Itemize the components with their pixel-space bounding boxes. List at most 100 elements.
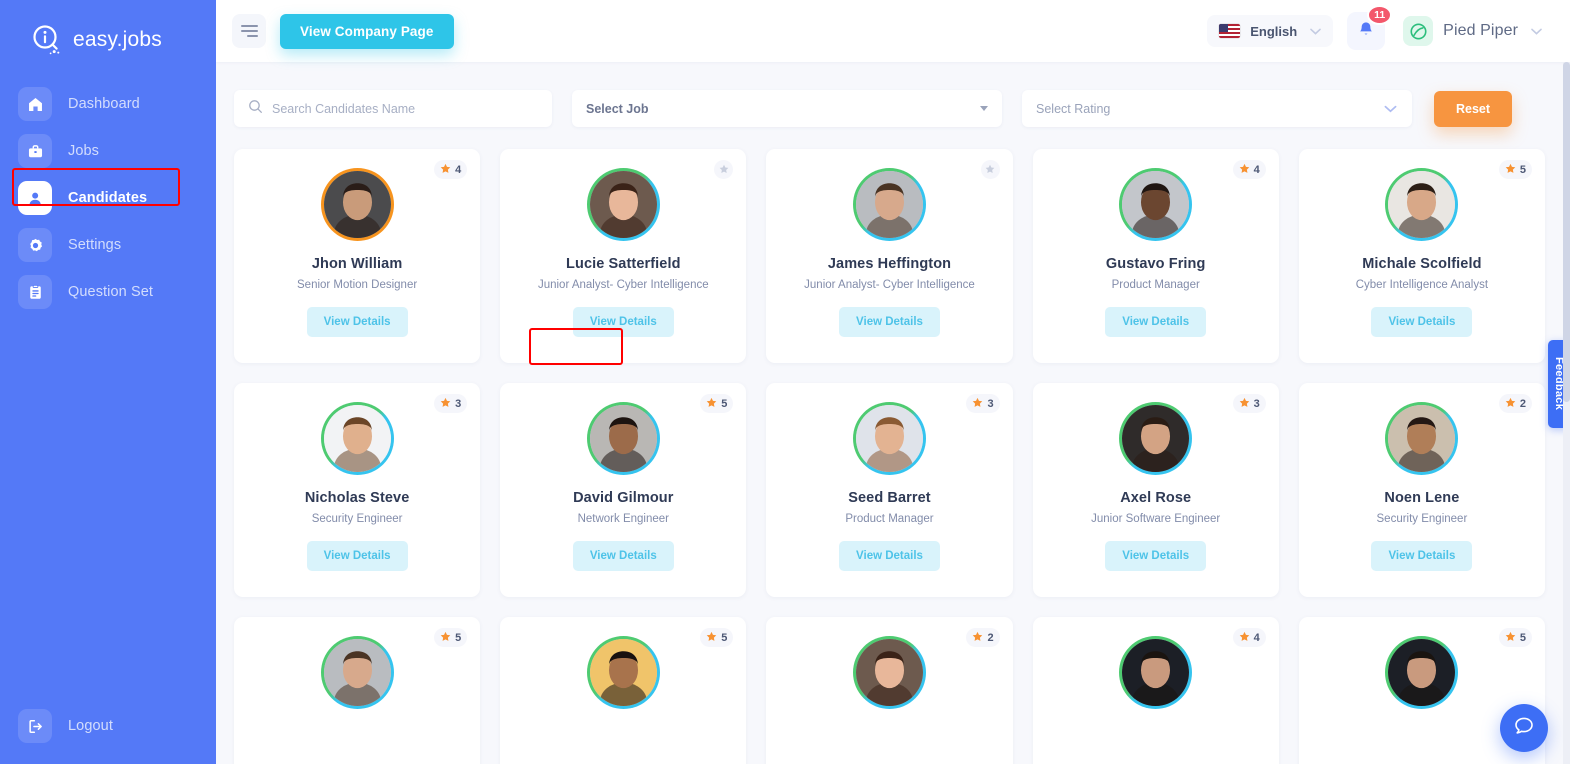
view-details-button[interactable]: View Details xyxy=(572,541,674,571)
candidate-card[interactable]: 3 Axel Rose Junior Software Engineer View D… xyxy=(1032,383,1279,597)
chevron-down-icon xyxy=(1307,23,1323,39)
rating-badge[interactable]: 3 xyxy=(966,394,1000,413)
rating-badge[interactable]: 4 xyxy=(1232,160,1266,179)
rating-value: 2 xyxy=(987,631,994,644)
candidate-role: Security Engineer xyxy=(311,513,403,525)
candidate-grid: 4 Jhon William Senior Motion Designer View … xyxy=(216,127,1570,764)
brand-name: easy.jobs xyxy=(73,27,162,51)
star-icon xyxy=(972,629,983,647)
rating-value: 4 xyxy=(455,163,462,176)
sidebar-item-candidates[interactable]: Candidates xyxy=(18,178,198,218)
vertical-scrollbar[interactable] xyxy=(1563,62,1570,764)
view-details-button[interactable]: View Details xyxy=(1105,541,1207,571)
rating-badge[interactable]: 5 xyxy=(700,394,734,413)
avatar-ring xyxy=(852,168,926,241)
job-select[interactable]: Select Job xyxy=(572,90,1002,127)
rating-value: 5 xyxy=(1519,631,1526,644)
reset-button[interactable]: Reset xyxy=(1434,90,1513,127)
view-company-page-button[interactable]: View Company Page xyxy=(280,13,454,49)
chevron-down-icon xyxy=(1528,23,1544,39)
search-input[interactable] xyxy=(272,101,538,116)
avatar-ring xyxy=(1385,636,1459,709)
avatar-ring xyxy=(1119,402,1193,475)
sidebar-item-settings[interactable]: Settings xyxy=(18,225,198,265)
main-content: View Company Page English 11 Pied Piper … xyxy=(216,0,1570,764)
candidate-name: Lucie Satterfield xyxy=(566,256,681,272)
candidate-card[interactable]: 2 Noen Lene Security Engineer View Details xyxy=(1298,383,1545,597)
rating-badge[interactable]: 2 xyxy=(1498,394,1532,413)
rating-badge[interactable]: 5 xyxy=(1498,628,1532,647)
candidate-role: Product Manager xyxy=(1111,279,1200,291)
candidate-role: Junior Analyst- Cyber Intelligence xyxy=(804,279,975,291)
candidate-card[interactable]: 3 Nicholas Steve Security Engineer View Det… xyxy=(234,383,481,597)
candidate-card[interactable]: 4 Jhon William Senior Motion Designer View … xyxy=(234,149,481,363)
rating-value: 3 xyxy=(987,397,994,410)
rating-badge[interactable] xyxy=(980,160,1000,179)
sidebar-item-dashboard[interactable]: Dashboard xyxy=(18,84,198,124)
chat-button[interactable] xyxy=(1500,704,1548,752)
view-details-button[interactable]: View Details xyxy=(572,307,674,337)
hamburger-icon[interactable] xyxy=(232,14,266,48)
candidate-role: Junior Software Engineer xyxy=(1091,513,1221,525)
candidate-card[interactable]: 5 Michale Scolfield Cyber Intelligence Ana… xyxy=(1298,149,1545,363)
candidate-card[interactable]: 3 Seed Barret Product Manager View Details xyxy=(766,383,1013,597)
candidate-card[interactable]: 5 David Gilmour Network Engineer View Detai… xyxy=(500,383,747,597)
filter-bar: Select Job Select Rating Reset xyxy=(216,62,1570,127)
avatar xyxy=(323,639,391,706)
view-details-button[interactable]: View Details xyxy=(1105,307,1207,337)
sidebar-item-logout[interactable]: Logout xyxy=(18,706,198,746)
sidebar-item-jobs[interactable]: Jobs xyxy=(18,131,198,171)
candidate-card[interactable]: 5 xyxy=(234,617,481,764)
sidebar-item-label: Jobs xyxy=(68,143,100,159)
rating-select[interactable]: Select Rating xyxy=(1022,90,1412,127)
avatar xyxy=(323,171,391,238)
star-icon xyxy=(985,161,995,179)
scrollbar-thumb[interactable] xyxy=(1563,62,1570,402)
candidate-card[interactable]: 2 xyxy=(766,617,1013,764)
rating-value: 5 xyxy=(721,631,728,644)
candidate-card[interactable]: 5 xyxy=(500,617,747,764)
candidate-card[interactable]: 4 Gustavo Fring Product Manager View Detail… xyxy=(1032,149,1279,363)
candidate-name: James Heffington xyxy=(827,256,952,272)
view-details-button[interactable]: View Details xyxy=(839,307,940,337)
view-details-button[interactable]: View Details xyxy=(306,541,408,571)
rating-value: 3 xyxy=(455,397,462,410)
user-icon xyxy=(18,181,52,215)
star-icon xyxy=(1239,395,1250,413)
avatar xyxy=(323,405,391,472)
view-details-button[interactable]: View Details xyxy=(1371,307,1473,337)
briefcase-icon xyxy=(18,134,52,168)
rating-badge[interactable]: 4 xyxy=(1232,628,1266,647)
rating-badge[interactable] xyxy=(714,160,734,179)
rating-badge[interactable]: 3 xyxy=(434,394,468,413)
search-field[interactable] xyxy=(234,90,552,127)
rating-badge[interactable]: 2 xyxy=(966,628,1000,647)
account-menu[interactable]: Pied Piper xyxy=(1399,12,1548,50)
notifications-button[interactable]: 11 xyxy=(1347,5,1393,50)
rating-badge[interactable]: 5 xyxy=(434,628,468,647)
sidebar-item-question-set[interactable]: Question Set xyxy=(18,272,198,312)
view-details-button[interactable]: View Details xyxy=(306,307,408,337)
rating-badge[interactable]: 4 xyxy=(434,160,468,179)
brand[interactable]: easy.jobs xyxy=(0,0,216,62)
rating-badge[interactable]: 5 xyxy=(700,628,734,647)
us-flag-icon xyxy=(1219,24,1241,38)
view-details-button[interactable]: View Details xyxy=(1371,541,1473,571)
app-root: easy.jobs Dashboard Jobs Candidates Sett… xyxy=(0,0,1570,764)
candidate-card[interactable]: 4 xyxy=(1032,617,1279,764)
sidebar-item-label: Settings xyxy=(68,237,122,253)
candidate-role: Network Engineer xyxy=(577,513,669,525)
avatar-ring xyxy=(320,168,394,241)
candidate-name: David Gilmour xyxy=(573,490,674,506)
rating-badge[interactable]: 3 xyxy=(1232,394,1266,413)
logout-icon xyxy=(18,709,52,743)
candidate-card[interactable]: James Heffington Junior Analyst- Cyber In… xyxy=(766,149,1013,363)
language-selector[interactable]: English xyxy=(1207,15,1334,47)
view-details-button[interactable]: View Details xyxy=(839,541,940,571)
candidate-card[interactable]: Lucie Satterfield Junior Analyst- Cyber I… xyxy=(500,149,747,363)
rating-badge[interactable]: 5 xyxy=(1498,160,1532,179)
candidate-role: Product Manager xyxy=(845,513,934,525)
candidate-role: Senior Motion Designer xyxy=(297,279,418,291)
rating-value: 2 xyxy=(1519,397,1526,410)
rating-value: 5 xyxy=(1519,163,1526,176)
